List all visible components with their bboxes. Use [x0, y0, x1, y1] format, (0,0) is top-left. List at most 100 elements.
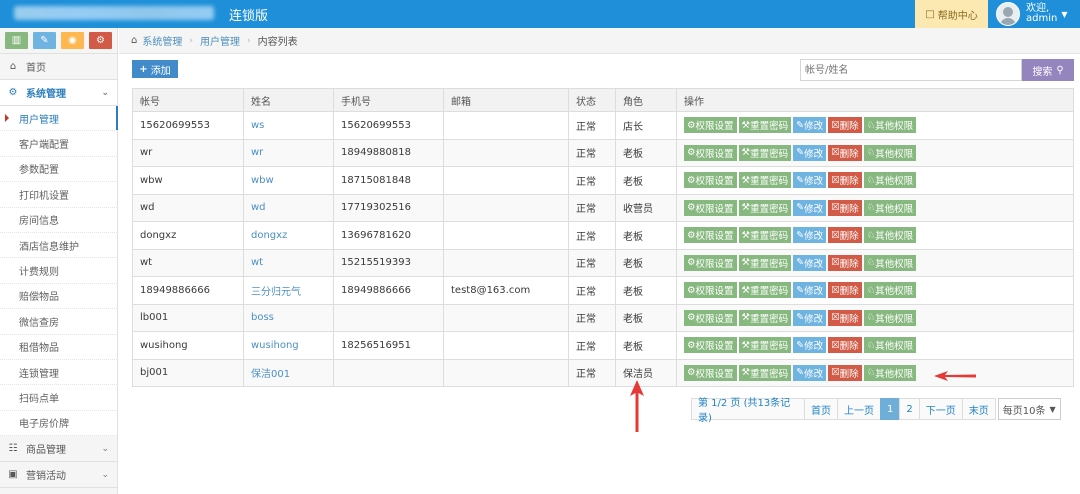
cogs-icon[interactable]: ⚙: [89, 32, 112, 49]
cell-name[interactable]: wbw: [243, 166, 334, 195]
other-permissions-button[interactable]: ♘ 其他权限: [863, 144, 917, 161]
other-permissions-button[interactable]: ♘ 其他权限: [863, 172, 917, 189]
edit-button[interactable]: ✎ 修改: [793, 199, 827, 216]
other-permissions-button[interactable]: ♘ 其他权限: [863, 117, 917, 134]
sidebar-item-home[interactable]: ⌂ 首页: [0, 54, 117, 80]
other-permissions-button[interactable]: ♘ 其他权限: [863, 227, 917, 244]
sidebar-item-user-management[interactable]: 用户管理: [0, 106, 118, 132]
reset-password-button[interactable]: ⚒ 重置密码: [738, 172, 792, 189]
sidebar-item-hotel-info[interactable]: 酒店信息维护: [0, 233, 117, 259]
page-1-button[interactable]: 1: [880, 398, 901, 420]
delete-button[interactable]: ☒ 删除: [828, 172, 862, 189]
other-permissions-button[interactable]: ♘ 其他权限: [863, 282, 917, 299]
cell-name[interactable]: ws: [243, 111, 334, 140]
cell-actions: ⚙ 权限设置 ⚒ 重置密码 ✎ 修改 ☒ 删除 ♘ 其他权限: [676, 248, 1074, 277]
user-menu[interactable]: 欢迎, admin ▼: [990, 0, 1080, 28]
bar-chart-icon[interactable]: ▥: [5, 32, 28, 49]
cell-name[interactable]: wd: [243, 193, 334, 222]
sidebar-item-param-config[interactable]: 参数配置: [0, 157, 117, 183]
other-permissions-button[interactable]: ♘ 其他权限: [863, 364, 917, 381]
page-2-button[interactable]: 2: [899, 398, 920, 420]
edit-button[interactable]: ✎ 修改: [793, 337, 827, 354]
search-button[interactable]: 搜索 ⚲: [1022, 59, 1074, 81]
sidebar-item-printer-settings[interactable]: 打印机设置: [0, 182, 117, 208]
edit-button[interactable]: ✎ 修改: [793, 309, 827, 326]
delete-button[interactable]: ☒ 删除: [828, 309, 862, 326]
cogs-icon: ⚙: [687, 229, 696, 241]
sidebar-item-chain-management[interactable]: 连锁管理: [0, 360, 117, 386]
permission-settings-button[interactable]: ⚙ 权限设置: [684, 117, 737, 134]
cell-name[interactable]: 保洁001: [243, 358, 334, 387]
reset-password-button[interactable]: ⚒ 重置密码: [738, 254, 792, 271]
other-permissions-button[interactable]: ♘ 其他权限: [863, 337, 917, 354]
cell-name[interactable]: boss: [243, 303, 334, 332]
per-page-select[interactable]: 每页10条 ▼: [997, 398, 1061, 420]
cell-name[interactable]: dongxz: [243, 221, 334, 250]
sidebar-item-scan-order[interactable]: 扫码点单: [0, 385, 117, 411]
edit-button[interactable]: ✎ 修改: [793, 172, 827, 189]
prev-page-button[interactable]: 上一页: [837, 398, 881, 420]
reset-password-button[interactable]: ⚒ 重置密码: [738, 227, 792, 244]
edit-button[interactable]: ✎ 修改: [793, 144, 827, 161]
edit-button[interactable]: ✎ 修改: [793, 227, 827, 244]
next-page-button[interactable]: 下一页: [918, 398, 963, 420]
delete-button[interactable]: ☒ 删除: [828, 117, 862, 134]
permission-settings-button[interactable]: ⚙ 权限设置: [684, 199, 737, 216]
delete-button[interactable]: ☒ 删除: [828, 144, 862, 161]
permission-settings-button[interactable]: ⚙ 权限设置: [684, 227, 737, 244]
permission-settings-button[interactable]: ⚙ 权限设置: [684, 144, 737, 161]
cell-actions: ⚙ 权限设置 ⚒ 重置密码 ✎ 修改 ☒ 删除 ♘ 其他权限: [676, 276, 1074, 305]
delete-button[interactable]: ☒ 删除: [828, 282, 862, 299]
col-role: 角色: [615, 88, 677, 112]
reset-password-button[interactable]: ⚒ 重置密码: [738, 117, 792, 134]
sidebar-item-rental-items[interactable]: 租借物品: [0, 335, 117, 360]
permission-settings-button[interactable]: ⚙ 权限设置: [684, 254, 737, 271]
first-page-button[interactable]: 首页: [804, 398, 838, 420]
sidebar-item-room-info[interactable]: 房间信息: [0, 208, 117, 233]
action-label: 重置密码: [750, 121, 789, 133]
delete-button[interactable]: ☒ 删除: [828, 227, 862, 244]
sidebar-item-e-price-board[interactable]: 电子房价牌: [0, 411, 117, 437]
other-permissions-button[interactable]: ♘ 其他权限: [863, 254, 917, 271]
permission-settings-button[interactable]: ⚙ 权限设置: [684, 337, 737, 354]
delete-button[interactable]: ☒ 删除: [828, 199, 862, 216]
cell-name[interactable]: 三分归元气: [243, 276, 334, 305]
pencil-icon[interactable]: ✎: [33, 32, 56, 49]
breadcrumb-system[interactable]: 系统管理: [142, 33, 182, 48]
cell-name[interactable]: wusihong: [243, 331, 334, 360]
permission-settings-button[interactable]: ⚙ 权限设置: [684, 309, 737, 326]
reset-password-button[interactable]: ⚒ 重置密码: [738, 144, 792, 161]
reset-password-button[interactable]: ⚒ 重置密码: [738, 337, 792, 354]
sidebar-group-goods[interactable]: ☷ 商品管理 ⌄: [0, 436, 117, 463]
sidebar-item-client-config[interactable]: 客户端配置: [0, 131, 117, 157]
sidebar-group-marketing[interactable]: ▣ 营销活动 ⌄: [0, 462, 117, 489]
delete-button[interactable]: ☒ 删除: [828, 364, 862, 381]
delete-button[interactable]: ☒ 删除: [828, 254, 862, 271]
sidebar-item-billing-rules[interactable]: 计费规则: [0, 258, 117, 284]
other-permissions-button[interactable]: ♘ 其他权限: [863, 309, 917, 326]
other-permissions-button[interactable]: ♘ 其他权限: [863, 199, 917, 216]
breadcrumb-user-management[interactable]: 用户管理: [200, 33, 240, 48]
reset-password-button[interactable]: ⚒ 重置密码: [738, 199, 792, 216]
cell-name[interactable]: wt: [243, 248, 334, 277]
edit-button[interactable]: ✎ 修改: [793, 117, 827, 134]
edit-button[interactable]: ✎ 修改: [793, 282, 827, 299]
reset-password-button[interactable]: ⚒ 重置密码: [738, 282, 792, 299]
edit-button[interactable]: ✎ 修改: [793, 364, 827, 381]
add-button[interactable]: + 添加: [132, 60, 178, 78]
delete-button[interactable]: ☒ 删除: [828, 337, 862, 354]
reset-password-button[interactable]: ⚒ 重置密码: [738, 309, 792, 326]
search-input[interactable]: [800, 59, 1022, 81]
permission-settings-button[interactable]: ⚙ 权限设置: [684, 364, 737, 381]
users-icon[interactable]: ◉: [61, 32, 84, 49]
last-page-button[interactable]: 末页: [961, 398, 996, 420]
sidebar-group-system[interactable]: ⚙ 系统管理 ⌄: [0, 80, 117, 106]
sidebar-item-wechat-checkroom[interactable]: 微信查房: [0, 309, 117, 335]
permission-settings-button[interactable]: ⚙ 权限设置: [684, 282, 737, 299]
edit-button[interactable]: ✎ 修改: [793, 254, 827, 271]
help-center-button[interactable]: □ 帮助中心: [915, 0, 988, 28]
permission-settings-button[interactable]: ⚙ 权限设置: [684, 172, 737, 189]
cell-name[interactable]: wr: [243, 138, 334, 167]
reset-password-button[interactable]: ⚒ 重置密码: [738, 364, 792, 381]
sidebar-item-compensation-items[interactable]: 赔偿物品: [0, 284, 117, 310]
